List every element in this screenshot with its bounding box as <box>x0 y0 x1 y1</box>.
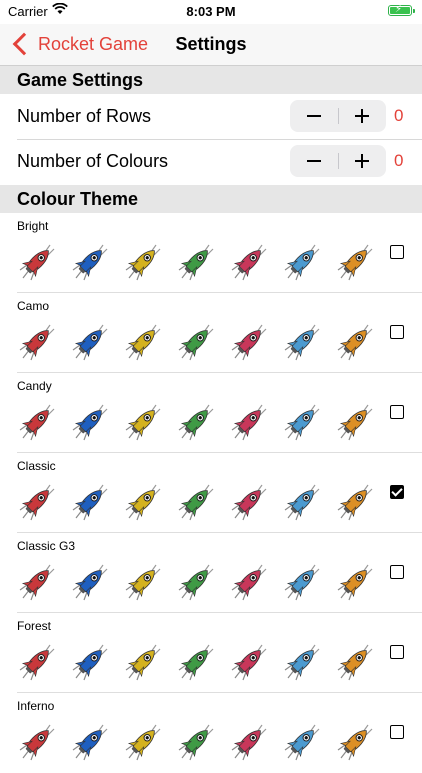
rocket-icon <box>336 243 374 286</box>
rocket-icon <box>283 483 321 526</box>
increment-button[interactable] <box>338 145 386 177</box>
rocket-icon <box>230 483 268 526</box>
setting-row-rows: Number of Rows 0 <box>0 94 422 139</box>
rocket-icon <box>124 723 162 766</box>
rocket-icon <box>177 563 215 606</box>
rocket-icon <box>177 483 215 526</box>
checkbox[interactable] <box>390 645 404 659</box>
section-header-game-settings: Game Settings <box>0 66 422 94</box>
rocket-icon <box>336 483 374 526</box>
rocket-icon <box>230 643 268 686</box>
rocket-icon <box>71 723 109 766</box>
theme-row-classic[interactable]: Classic <box>0 453 422 533</box>
rocket-icon <box>71 483 109 526</box>
setting-label: Number of Colours <box>17 151 169 171</box>
rocket-icon <box>177 643 215 686</box>
rocket-icon <box>18 723 56 766</box>
colours-stepper <box>290 145 386 177</box>
rocket-icon <box>336 563 374 606</box>
checkbox[interactable] <box>390 565 404 579</box>
rocket-icon <box>71 243 109 286</box>
rocket-icon <box>177 243 215 286</box>
rocket-icon <box>177 403 215 446</box>
rocket-icon <box>336 643 374 686</box>
section-header-colour-theme: Colour Theme <box>0 185 422 213</box>
rocket-icon <box>124 243 162 286</box>
theme-name: Candy <box>17 379 52 393</box>
rocket-icon <box>283 643 321 686</box>
rocket-icon <box>18 323 56 366</box>
rows-value: 0 <box>394 106 404 125</box>
rocket-icon <box>124 403 162 446</box>
decrement-button[interactable] <box>290 145 338 177</box>
page-title: Settings <box>175 34 247 54</box>
theme-row-forest[interactable]: Forest <box>0 613 422 693</box>
rocket-icon <box>18 643 56 686</box>
navigation-bar: Rocket Game Settings <box>0 24 422 66</box>
rocket-icon <box>177 723 215 766</box>
theme-name: Inferno <box>17 699 55 713</box>
theme-name: Classic <box>17 459 56 473</box>
theme-name: Classic G3 <box>17 539 76 553</box>
rocket-icon <box>283 563 321 606</box>
rocket-icon <box>177 323 215 366</box>
rocket-icon <box>71 643 109 686</box>
checkbox-checked[interactable] <box>390 485 404 499</box>
colours-value: 0 <box>394 151 404 170</box>
rocket-icon <box>71 403 109 446</box>
rocket-icon <box>283 243 321 286</box>
rocket-icon <box>283 323 321 366</box>
status-time: 8:03 PM <box>186 4 236 19</box>
theme-row-candy[interactable]: Candy <box>0 373 422 453</box>
rocket-icon <box>18 403 56 446</box>
checkbox[interactable] <box>390 405 404 419</box>
battery-cap <box>413 9 415 13</box>
theme-row-camo[interactable]: Camo <box>0 293 422 373</box>
rocket-icon <box>336 723 374 766</box>
rocket-icon <box>283 403 321 446</box>
rocket-icon <box>18 563 56 606</box>
rocket-icon <box>336 403 374 446</box>
theme-row-bright[interactable]: Bright <box>0 213 422 293</box>
rocket-icon <box>124 483 162 526</box>
theme-name: Camo <box>17 299 50 313</box>
theme-row-classic-g3[interactable]: Classic G3 <box>0 533 422 613</box>
rocket-icon <box>230 563 268 606</box>
decrement-button[interactable] <box>290 100 338 132</box>
increment-button[interactable] <box>338 100 386 132</box>
theme-row-inferno[interactable]: Inferno <box>0 693 422 773</box>
rocket-icon <box>18 483 56 526</box>
rocket-icon <box>124 643 162 686</box>
rocket-icon <box>230 403 268 446</box>
rocket-icon <box>71 323 109 366</box>
theme-name: Forest <box>17 619 52 633</box>
battery-icon: ⚡ <box>388 4 412 16</box>
rocket-icon <box>230 723 268 766</box>
rows-stepper <box>290 100 386 132</box>
setting-label: Number of Rows <box>17 106 152 126</box>
rocket-icon <box>18 243 56 286</box>
checkbox[interactable] <box>390 325 404 339</box>
rocket-icon <box>336 323 374 366</box>
rocket-icon <box>71 563 109 606</box>
rocket-icon <box>230 243 268 286</box>
theme-name: Bright <box>17 219 49 233</box>
checkbox[interactable] <box>390 725 404 739</box>
rocket-icon <box>283 723 321 766</box>
rocket-icon <box>230 323 268 366</box>
setting-row-colours: Number of Colours 0 <box>0 139 422 184</box>
rocket-icon <box>124 563 162 606</box>
checkbox[interactable] <box>390 245 404 259</box>
status-bar: Carrier 8:03 PM ⚡ <box>0 0 422 24</box>
rocket-icon <box>124 323 162 366</box>
